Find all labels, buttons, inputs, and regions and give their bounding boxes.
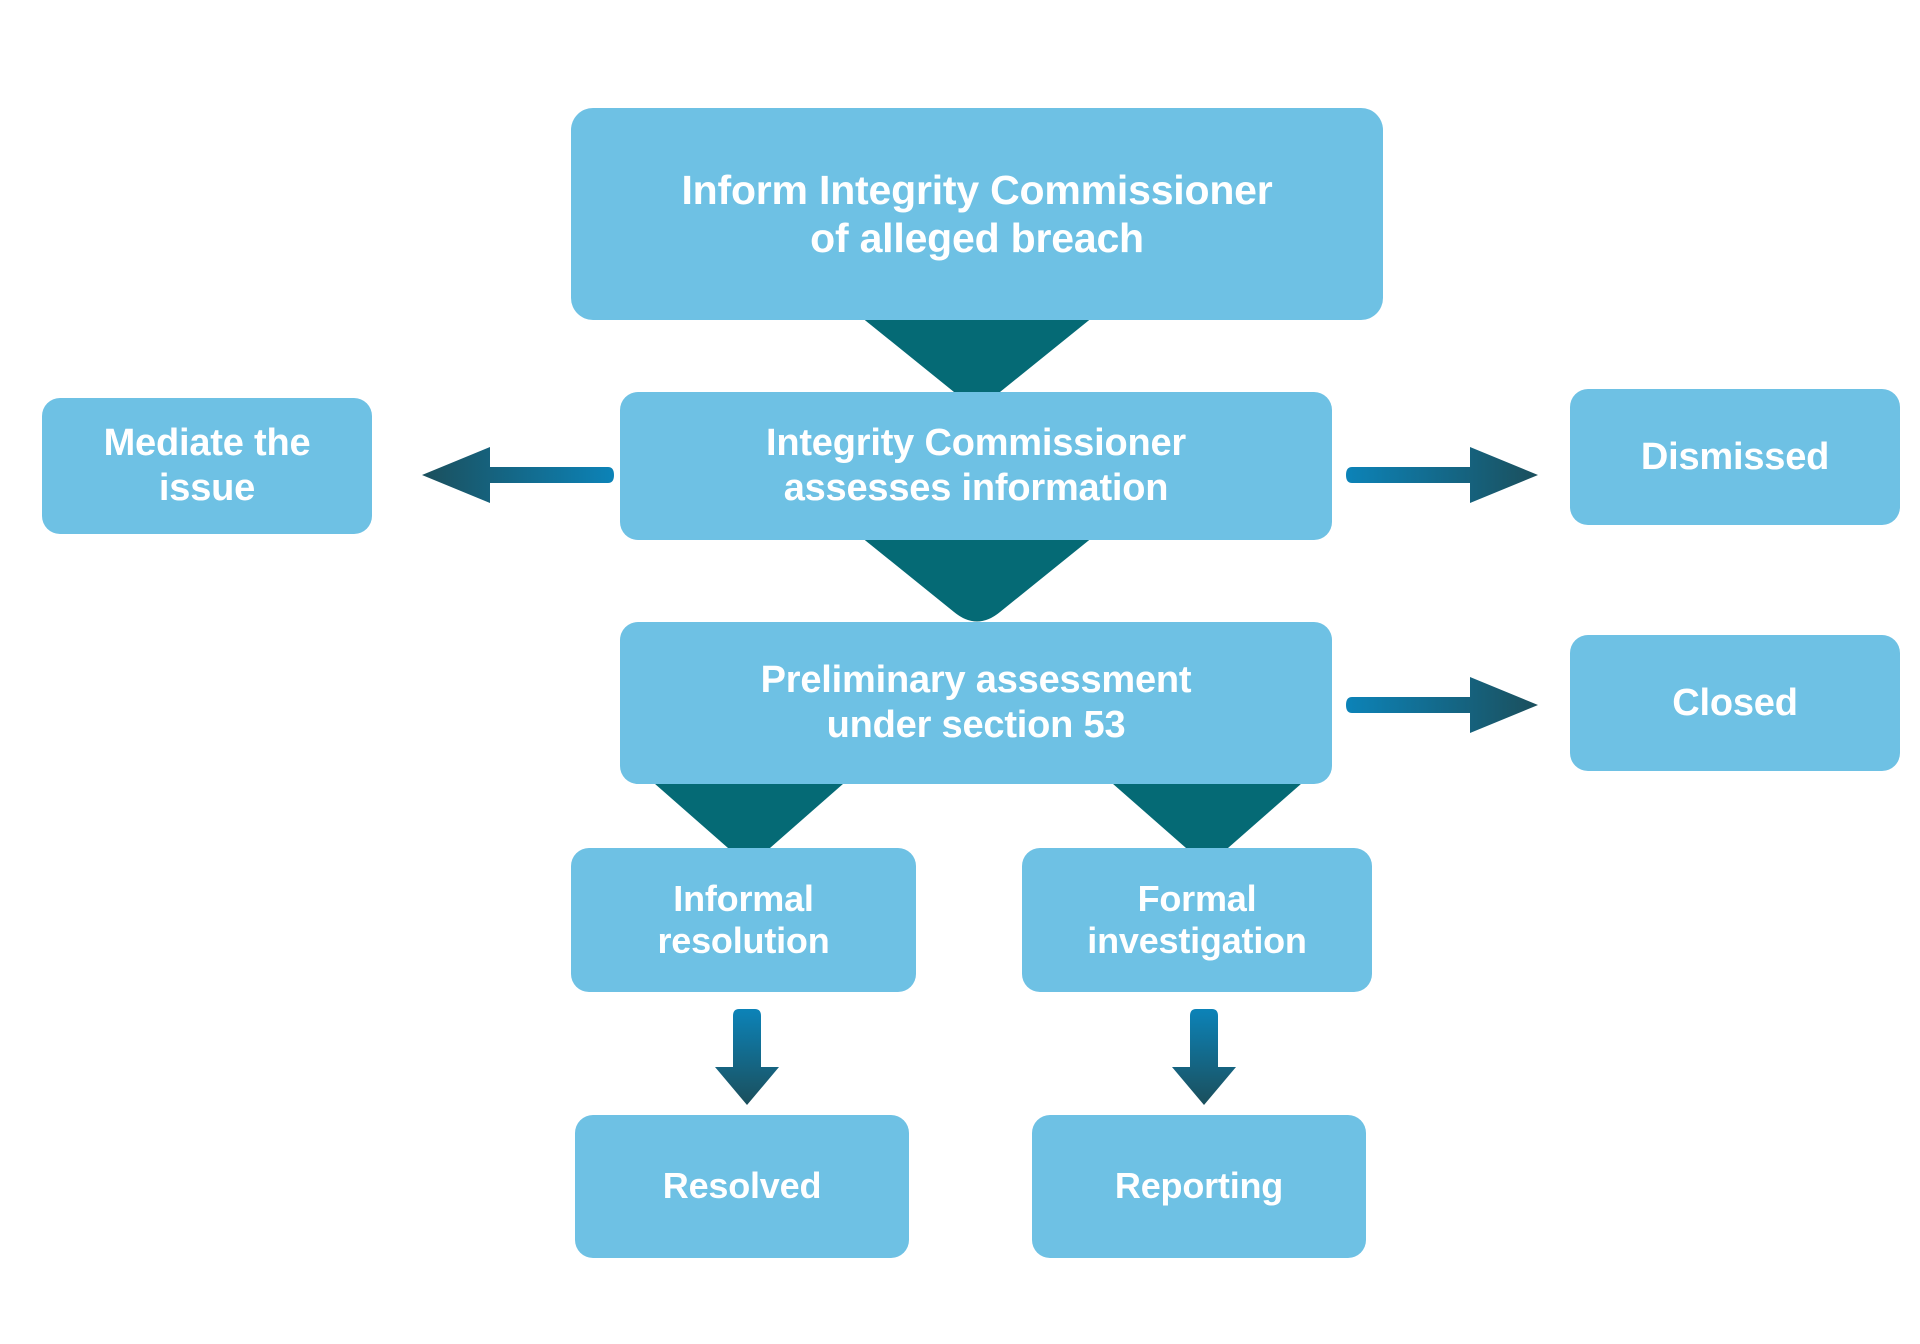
node-integrity-commissioner-assesses[interactable]: Integrity Commissioner assesses informat…	[620, 392, 1332, 540]
node-reporting-label: Reporting	[1114, 1165, 1284, 1207]
node-dismissed-label: Dismissed	[1640, 435, 1830, 478]
node-reporting[interactable]: Reporting	[1032, 1115, 1366, 1258]
connector-formal-to-reporting	[1172, 1009, 1236, 1105]
node-mediate-the-issue[interactable]: Mediate the issue	[42, 398, 372, 534]
node-formal-investigation[interactable]: Formal investigation	[1022, 848, 1372, 992]
node-informal-resolution[interactable]: Informal resolution	[571, 848, 916, 992]
node-preliminary-label: Preliminary assessment under section 53	[760, 659, 1192, 746]
node-formal-label: Formal investigation	[1087, 877, 1307, 961]
node-assess-label: Integrity Commissioner assesses informat…	[765, 422, 1187, 509]
connector-assess-to-mediate	[422, 447, 614, 503]
node-closed-label: Closed	[1672, 681, 1798, 724]
node-inform-label: Inform Integrity Commissioner of alleged…	[681, 166, 1273, 261]
node-dismissed[interactable]: Dismissed	[1570, 389, 1900, 525]
node-resolved-label: Resolved	[662, 1165, 822, 1207]
connector-assess-to-dismissed	[1346, 447, 1538, 503]
node-closed[interactable]: Closed	[1570, 635, 1900, 771]
node-preliminary-assessment[interactable]: Preliminary assessment under section 53	[620, 622, 1332, 784]
node-mediate-label: Mediate the issue	[103, 422, 311, 509]
connector-preliminary-to-closed	[1346, 677, 1538, 733]
node-inform-integrity-commissioner[interactable]: Inform Integrity Commissioner of alleged…	[571, 108, 1383, 320]
connector-informal-to-resolved	[715, 1009, 779, 1105]
node-informal-label: Informal resolution	[657, 877, 830, 961]
flowchart-canvas: Inform Integrity Commissioner of alleged…	[0, 0, 1920, 1344]
node-resolved[interactable]: Resolved	[575, 1115, 909, 1258]
